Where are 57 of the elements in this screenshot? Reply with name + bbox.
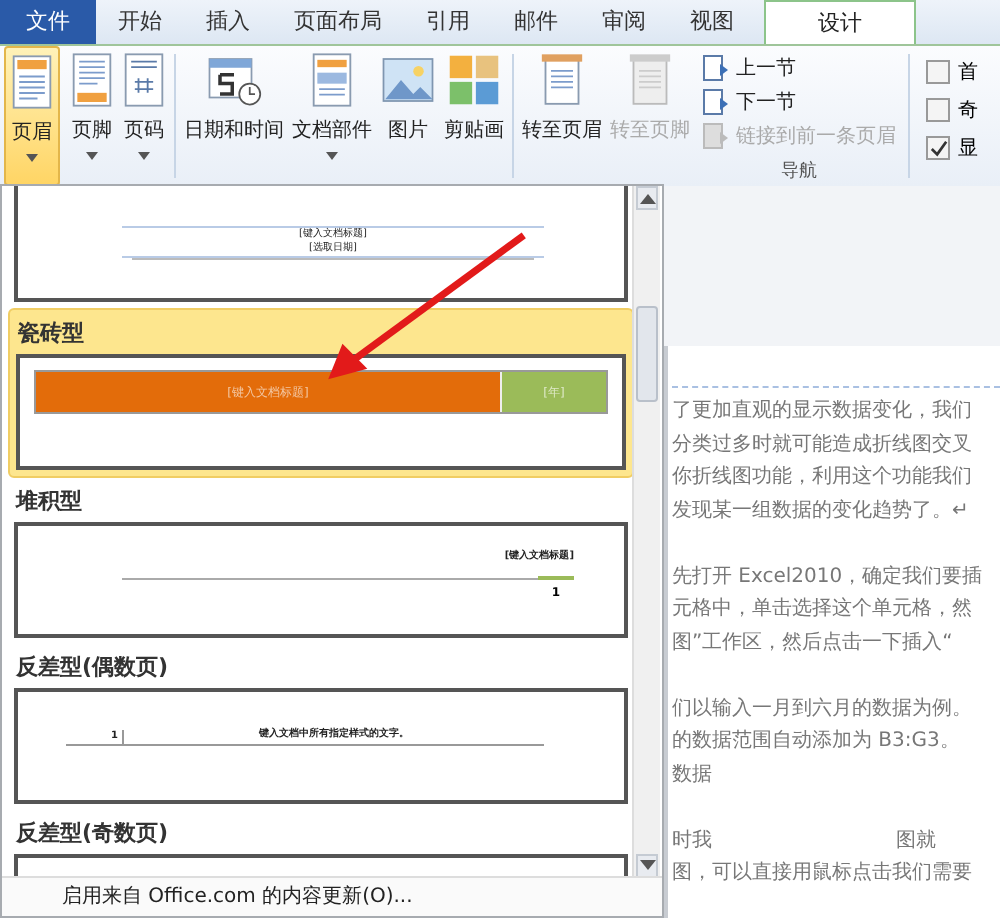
- ribbon-button[interactable]: 页脚: [66, 46, 118, 186]
- ribbon-tab[interactable]: 邮件: [492, 0, 580, 44]
- document-text: 们以输入一月到六月的数据为例。: [672, 695, 972, 723]
- header-icon: [10, 54, 54, 110]
- document-parts-icon: [310, 52, 354, 108]
- footer-icon: [70, 52, 114, 108]
- ribbon-button[interactable]: 图片: [376, 46, 440, 186]
- document-text: 的数据范围自动添加为 B3:G3。: [672, 727, 960, 756]
- ribbon-button[interactable]: 页眉: [4, 46, 60, 186]
- picture-icon: [380, 52, 436, 108]
- document-text: 数据: [672, 761, 712, 789]
- document-text: 图，可以直接用鼠标点击我们需要: [672, 859, 972, 888]
- ribbon-tab[interactable]: 审阅: [580, 0, 668, 44]
- ribbon-button[interactable]: 转至页眉: [518, 46, 606, 186]
- checkbox[interactable]: [926, 98, 950, 122]
- document-text: 元格中，单击选择这个单元格，然: [672, 595, 972, 624]
- document-text: 你折线图功能，利用这个功能我们: [672, 463, 972, 492]
- ribbon-button[interactable]: 日期和时间: [180, 46, 288, 186]
- ribbon-tab[interactable]: 文件: [0, 0, 96, 44]
- checkbox-label: 显: [958, 136, 978, 162]
- document-text: 先打开 Excel2010，确定我们要插: [672, 563, 983, 591]
- scroll-down-icon[interactable]: [636, 854, 658, 878]
- scrollbar[interactable]: [632, 186, 660, 878]
- ribbon-tab[interactable]: 视图: [668, 0, 756, 44]
- menu-item[interactable]: 启用来自 Office.com 的内容更新(O)...: [2, 876, 662, 916]
- ribbon-tab[interactable]: 引用: [404, 0, 492, 44]
- section-icon: [702, 88, 730, 116]
- ribbon-button[interactable]: 页码: [118, 46, 170, 186]
- ribbon-button[interactable]: 剪贴画: [440, 46, 508, 186]
- calendar-clock-icon: [206, 52, 262, 108]
- scroll-up-icon[interactable]: [636, 186, 658, 210]
- section-icon: [702, 54, 730, 82]
- document-text: 时我: [672, 827, 712, 855]
- document-text: 了更加直观的显示数据变化，我们: [672, 397, 972, 426]
- go-to-header-icon: [540, 52, 584, 108]
- clipart-icon: [446, 52, 502, 108]
- document-text: 发现某一组数据的变化趋势了。↵: [672, 497, 969, 525]
- ribbon-button[interactable]: 文档部件: [288, 46, 376, 186]
- ribbon-tab[interactable]: 开始: [96, 0, 184, 44]
- go-to-footer-icon: [628, 52, 672, 108]
- checkbox-label: 首: [958, 60, 978, 86]
- document-text: 图”工作区，然后点击一下插入“: [672, 629, 953, 657]
- document-text: 图就: [896, 827, 936, 855]
- ribbon-tab[interactable]: 插入: [184, 0, 272, 44]
- group-label: 导航: [781, 159, 817, 184]
- scroll-thumb[interactable]: [636, 306, 658, 402]
- checkbox[interactable]: [926, 60, 950, 84]
- document-text: 分类过多时就可能造成折线图交叉: [672, 431, 972, 459]
- checkbox[interactable]: [926, 136, 950, 160]
- ribbon-button[interactable]: 上一节: [702, 54, 896, 82]
- ribbon-button[interactable]: 下一节: [702, 88, 896, 116]
- checkbox-label: 奇: [958, 98, 978, 124]
- page-number-icon: [122, 52, 166, 108]
- gallery-item[interactable]: 反差型(奇数页): [8, 810, 634, 878]
- ribbon-tab[interactable]: 设计: [764, 0, 916, 44]
- section-icon: [702, 122, 730, 150]
- ribbon-tab[interactable]: 页面布局: [272, 0, 404, 44]
